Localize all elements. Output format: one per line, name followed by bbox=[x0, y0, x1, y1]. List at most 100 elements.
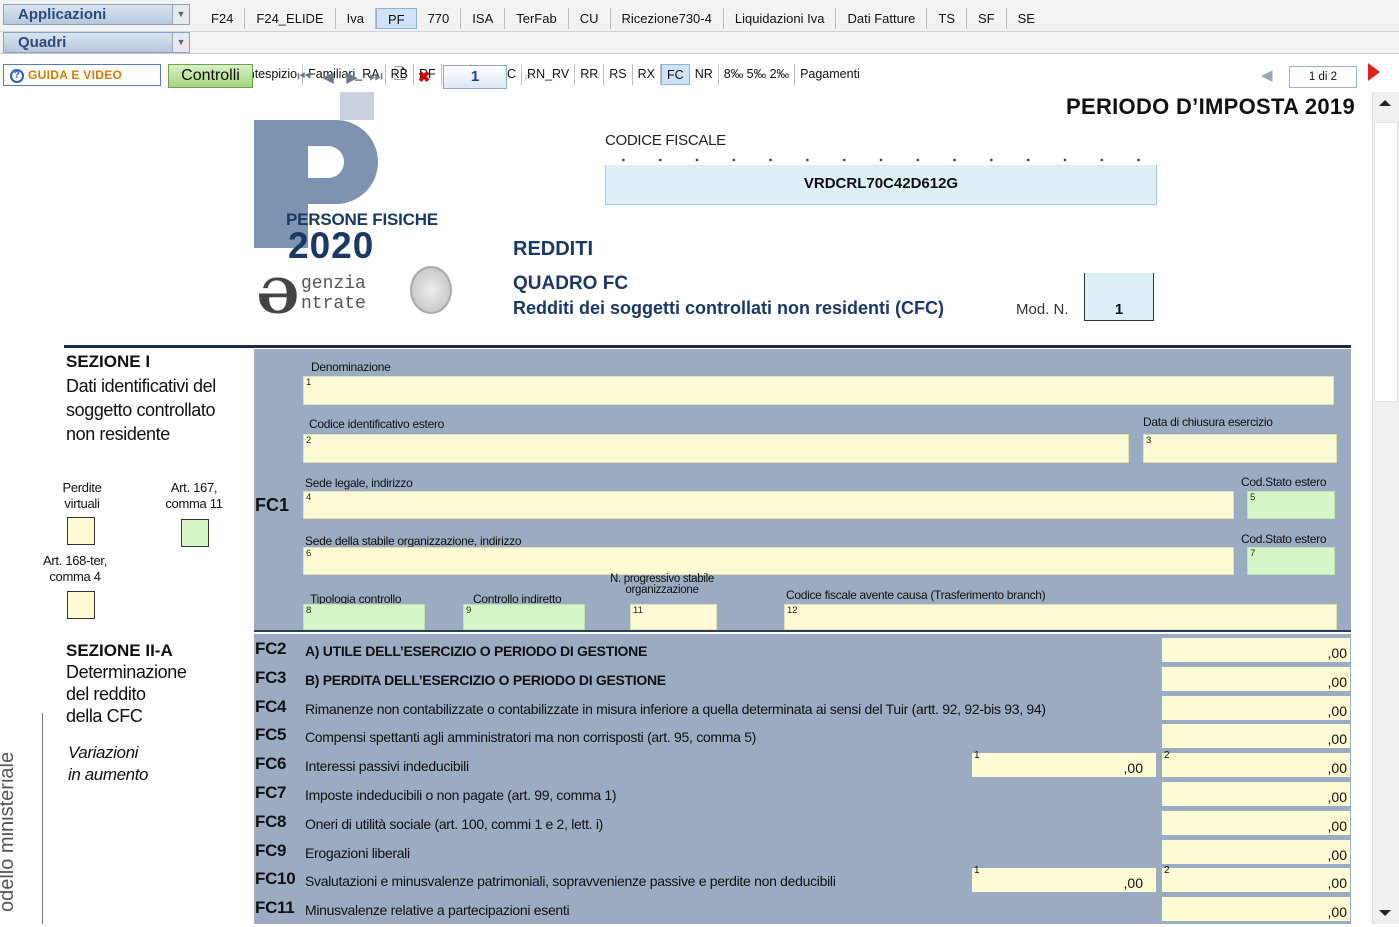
quadri-dropdown[interactable]: Quadri ▼ bbox=[3, 32, 190, 53]
amount-field[interactable]: ,00 bbox=[1162, 897, 1350, 922]
quadri-bar: Quadri ▼ ⎙ FrontespizioFamiliari_RARBRFR… bbox=[0, 32, 1399, 85]
app-tab-terfab[interactable]: TerFab bbox=[505, 8, 569, 29]
row-code: FC8 bbox=[255, 811, 287, 831]
indiretto-field[interactable]: 9 bbox=[463, 604, 585, 630]
pf-year: 2020 bbox=[288, 225, 375, 266]
guida-video-button[interactable]: ? GUIDA E VIDEO bbox=[3, 64, 161, 86]
next-page-icon[interactable] bbox=[1368, 63, 1380, 81]
form-row-fc8: FC8 Oneri di utilità sociale (art. 100, c… bbox=[254, 810, 1351, 835]
quadro-title: QUADRO FC bbox=[513, 273, 629, 294]
app-tab-se[interactable]: SE bbox=[1007, 8, 1046, 29]
applicazioni-dropdown[interactable]: Applicazioni ▼ bbox=[3, 4, 190, 25]
app-tab-isa[interactable]: ISA bbox=[461, 8, 506, 29]
app-tab-f24-elide[interactable]: F24_ELIDE bbox=[245, 8, 336, 29]
page-counter: 1 di 2 bbox=[1289, 66, 1357, 88]
codice-estero-field[interactable]: 2 bbox=[303, 434, 1129, 463]
quadro-tab-pagamenti[interactable]: Pagamenti bbox=[795, 64, 865, 85]
form-row-fc10: FC10 Svalutazioni e minusvalenze patrimon… bbox=[254, 865, 1351, 893]
record-number-input[interactable]: 1 bbox=[443, 64, 507, 89]
redditi-title: REDDITI bbox=[513, 238, 593, 260]
amount-field-2[interactable]: 2,00 bbox=[1162, 865, 1350, 893]
app-tab-ricezione730-4[interactable]: Ricezione730-4 bbox=[611, 8, 724, 29]
amount-field[interactable]: ,00 bbox=[1162, 666, 1350, 691]
section2-title: SEZIONE II-A bbox=[66, 641, 173, 660]
quadro-tab-rs[interactable]: RS bbox=[604, 64, 633, 85]
mod-number-field[interactable]: 1 bbox=[1084, 273, 1154, 321]
data-chiusura-field[interactable]: 3 bbox=[1143, 434, 1337, 463]
art168-checkbox[interactable] bbox=[67, 591, 95, 619]
app-tab-f24[interactable]: F24 bbox=[200, 8, 246, 29]
perdite-virtuali-label: Perdite virtuali bbox=[62, 480, 102, 511]
quadro-subtitle: Redditi dei soggetti controllati non res… bbox=[513, 298, 944, 318]
scroll-thumb[interactable] bbox=[1374, 122, 1398, 402]
app-tab-pf[interactable]: PF bbox=[375, 8, 417, 29]
new-record-icon[interactable]: 🗋 bbox=[391, 64, 409, 89]
app-tab-sf[interactable]: SF bbox=[967, 8, 1007, 29]
cf-avente-label: Codice fiscale avente causa (Trasferimen… bbox=[786, 588, 1046, 602]
codice-fiscale-field[interactable]: VRDCRL70C42D612G bbox=[605, 165, 1157, 205]
art167-checkbox[interactable] bbox=[181, 519, 209, 547]
find-record-icon[interactable]: ⌕ bbox=[519, 68, 537, 85]
sede-stabile-field[interactable]: 6 bbox=[303, 547, 1234, 575]
perdite-virtuali-checkbox[interactable] bbox=[67, 517, 95, 545]
codice-estero-label: Codice identificativo estero bbox=[309, 417, 445, 431]
row-description: A) UTILE DELL’ESERCIZIO O PERIODO DI GES… bbox=[305, 643, 647, 659]
quadro-tab-nr[interactable]: NR bbox=[690, 64, 719, 85]
fc1-code: FC1 bbox=[255, 495, 290, 515]
app-tab-iva[interactable]: Iva bbox=[336, 8, 376, 29]
progressivo-field[interactable]: 11 bbox=[630, 604, 717, 630]
quadro-tab-8-5-2-[interactable]: 8‰ 5‰ 2‰ bbox=[719, 64, 796, 85]
form-row-fc11: FC11 Minusvalenze relative a partecipazio… bbox=[254, 896, 1351, 922]
agenzia-entrate-logo: Ə genzia ntrate bbox=[257, 269, 366, 325]
amount-field[interactable]: ,00 bbox=[1162, 839, 1350, 864]
sede-legale-field[interactable]: 4 bbox=[303, 491, 1234, 519]
tipologia-field[interactable]: 8 bbox=[303, 604, 425, 630]
form-row-fc3: FC3 B) PERDITA DELL’ESERCIZIO O PERIODO D… bbox=[254, 666, 1351, 691]
amount-field[interactable]: ,00 bbox=[1162, 724, 1350, 749]
next-record-icon[interactable]: ▶ bbox=[343, 68, 361, 86]
section2-sub: Variazioni in aumento bbox=[68, 743, 149, 784]
cf-value: VRDCRL70C42D612G bbox=[803, 175, 959, 192]
divider bbox=[254, 630, 1351, 632]
vertical-scrollbar[interactable] bbox=[1372, 92, 1399, 924]
agenzia-line1: genzia bbox=[301, 274, 366, 294]
row-code: FC4 bbox=[255, 696, 287, 716]
cod-stato1-field[interactable]: 5 bbox=[1247, 491, 1335, 519]
amount-field-1[interactable]: 1,00 bbox=[972, 865, 1156, 893]
row-description: Minusvalenze relative a partecipazioni e… bbox=[305, 902, 570, 919]
scroll-up-icon[interactable] bbox=[1379, 100, 1391, 106]
chevron-down-icon[interactable]: ▼ bbox=[172, 5, 189, 24]
cod-stato2-field[interactable]: 7 bbox=[1247, 547, 1335, 575]
app-tab-liquidazioni-iva[interactable]: Liquidazioni Iva bbox=[724, 8, 837, 29]
quadro-tab-rx[interactable]: RX bbox=[633, 64, 662, 85]
scroll-down-icon[interactable] bbox=[1379, 910, 1391, 916]
quadro-tab-rr[interactable]: RR bbox=[575, 64, 605, 85]
quadro-tab-fc[interactable]: FC bbox=[661, 64, 690, 85]
form-row-fc7: FC7 Imposte indeducibili o non pagate (ar… bbox=[254, 781, 1351, 806]
prev-page-icon[interactable]: ◀ bbox=[1261, 66, 1273, 84]
guida-label: GUIDA E VIDEO bbox=[28, 68, 123, 82]
art167-label: Art. 167, comma 11 bbox=[165, 480, 223, 511]
cf-avente-field[interactable]: 12 bbox=[784, 604, 1337, 630]
amount-field[interactable]: ,00 bbox=[1162, 638, 1350, 662]
chevron-down-icon[interactable]: ▼ bbox=[172, 33, 189, 52]
denominazione-label: Denominazione bbox=[311, 360, 391, 374]
app-tab-dati-fatture[interactable]: Dati Fatture bbox=[836, 8, 928, 29]
first-record-icon[interactable]: ⏮ bbox=[295, 68, 313, 85]
controlli-button[interactable]: Controlli bbox=[168, 64, 253, 88]
prev-record-icon[interactable]: ◀ bbox=[319, 68, 337, 86]
app-tab-ts[interactable]: TS bbox=[927, 8, 968, 29]
amount-field[interactable]: ,00 bbox=[1162, 782, 1350, 806]
denominazione-field[interactable]: 1 bbox=[303, 376, 1334, 405]
last-record-icon[interactable]: ⏭ bbox=[367, 68, 385, 85]
sede-stabile-label: Sede della stabile organizzazione, indir… bbox=[305, 534, 522, 548]
delete-record-icon[interactable]: ✖ bbox=[415, 68, 433, 86]
form-row-fc4: FC4 Rimanenze non contabilizzate o contab… bbox=[254, 695, 1351, 720]
amount-field[interactable]: ,00 bbox=[1162, 810, 1350, 835]
amount-field-2[interactable]: 2,00 bbox=[1162, 750, 1350, 778]
periodo-imposta: PERIODO D’IMPOSTA 2019 bbox=[1066, 94, 1356, 119]
amount-field[interactable]: ,00 bbox=[1162, 695, 1350, 720]
app-tab-cu[interactable]: CU bbox=[569, 8, 611, 29]
amount-field-1[interactable]: 1,00 bbox=[972, 750, 1156, 778]
app-tab-770[interactable]: 770 bbox=[417, 8, 462, 29]
